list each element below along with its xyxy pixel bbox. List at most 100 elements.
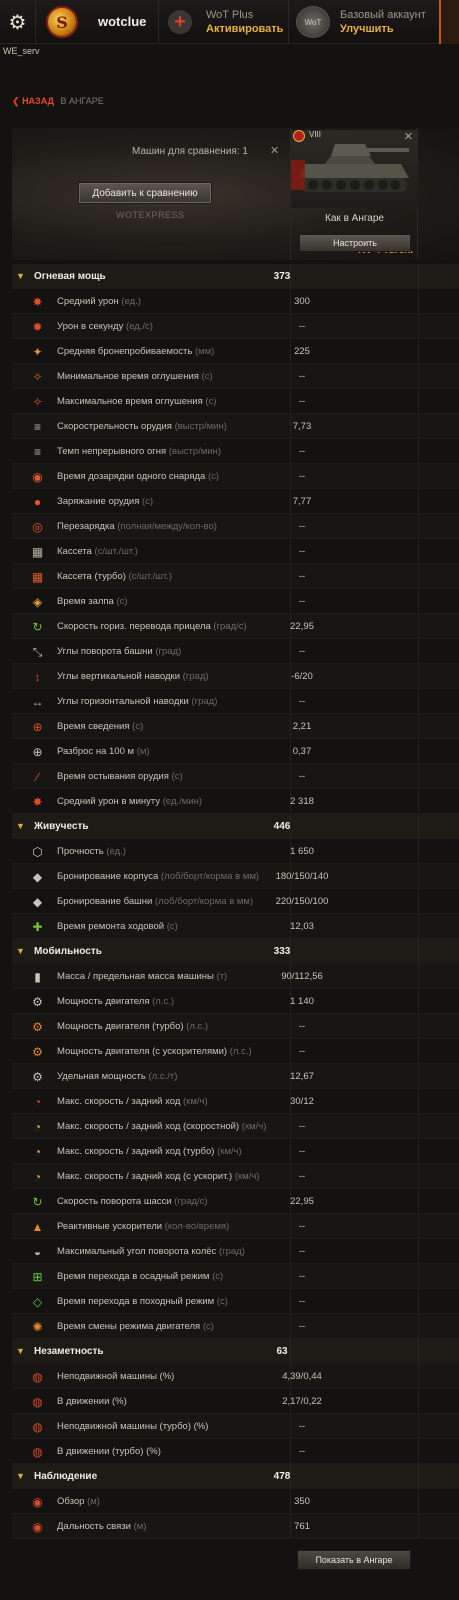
salvo-icon: ◈ (32, 594, 43, 609)
column-divider (418, 714, 419, 738)
wot-plus-title: WoT Plus (206, 9, 254, 21)
table-row: ↻ Скорость поворота шасси (град/с) 22,95 (12, 1189, 459, 1214)
remove-vehicle-icon[interactable]: ✕ (404, 130, 413, 143)
loading-icon: ● (33, 494, 42, 509)
column-divider (418, 989, 419, 1013)
table-row: ≡ Скорострельность орудия (выстр/мин) 7,73 (12, 414, 459, 439)
stat-label: Средний урон (ед.) (57, 296, 141, 307)
stat-unit: (лоб/борт/корма в мм) (160, 871, 260, 882)
stat-value: 12,67 (290, 1071, 314, 1082)
setup-button[interactable]: Настроить (299, 234, 411, 252)
horizontal-angles-icon: ↔ (31, 694, 44, 709)
column-divider (418, 789, 419, 813)
stat-name: Время ремонта ходовой (57, 921, 165, 932)
section-title: Наблюдение (34, 1471, 98, 1482)
username[interactable]: wotclue (98, 14, 146, 29)
column-divider (418, 889, 419, 913)
stat-unit: (град) (182, 671, 209, 682)
stat-label: Углы вертикальной наводки (град) (57, 671, 209, 682)
show-in-hangar-button[interactable]: Показать в Ангаре (297, 1550, 411, 1570)
back-button[interactable]: НАЗАД (22, 96, 54, 106)
stat-label: Разброс на 100 м (м) (57, 746, 150, 757)
clear-compare-icon[interactable]: ✕ (270, 144, 279, 157)
section-header[interactable]: ▼ Мобильность 333 (12, 939, 459, 964)
stat-unit: (кол-во/время) (164, 1221, 230, 1232)
siege-mode-icon: ⊞ (32, 1269, 43, 1284)
back-arrow-icon[interactable]: ❮ (12, 96, 20, 106)
stat-name: Углы горизонтальной наводки (57, 696, 189, 707)
column-divider (418, 1314, 419, 1338)
table-row: ✦ Средняя бронепробиваемость (мм) 225 (12, 339, 459, 364)
stat-name: Макс. скорость / задний ход (турбо) (57, 1146, 215, 1157)
stat-unit: (л.с.) (229, 1046, 252, 1057)
section-title: Незаметность (34, 1346, 104, 1357)
column-divider (418, 489, 419, 513)
stat-unit: (ед./с) (125, 321, 153, 332)
stat-name: Средний урон (57, 296, 119, 307)
stat-unit: (град/с) (174, 1196, 208, 1207)
chevron-down-icon[interactable]: ▼ (16, 821, 25, 831)
section-score: 478 (273, 1471, 291, 1482)
section-header[interactable]: ▼ Живучесть 446 (12, 814, 459, 839)
account-upgrade-link[interactable]: Улучшить (340, 23, 394, 35)
table-row: ◍ В движении (%) 2,17/0,22 (12, 1389, 459, 1414)
stat-value: -- (298, 1046, 306, 1057)
table-row: ⚙ Удельная мощность (л.с./т) 12,67 (12, 1064, 459, 1089)
camo-static-turbo-icon: ◍ (32, 1419, 43, 1434)
stat-label: Бронирование корпуса (лоб/борт/корма в м… (57, 871, 259, 882)
column-divider (418, 389, 419, 413)
stat-unit: (град) (191, 696, 218, 707)
column-divider (418, 689, 419, 713)
stat-value: -- (298, 1221, 306, 1232)
breadcrumb-location: В АНГАРЕ (60, 96, 104, 106)
stat-value: -- (298, 471, 306, 482)
stat-value: 1 140 (290, 996, 314, 1007)
stat-unit: (л.с./т) (148, 1071, 178, 1082)
premium-tab-edge[interactable] (439, 0, 459, 44)
chevron-down-icon[interactable]: ▼ (16, 1471, 25, 1481)
stat-value: -- (298, 1421, 306, 1432)
column-divider (418, 1039, 419, 1063)
clip-icon: ▦ (31, 544, 44, 559)
account-tank-icon[interactable]: WoT (296, 6, 330, 38)
section-header[interactable]: ▼ Огневая мощь 373 (12, 264, 459, 289)
camo-static-icon: ◍ (32, 1369, 43, 1384)
stat-value: -6/20 (291, 671, 313, 682)
stat-unit: (т) (216, 971, 228, 982)
power-ratio-icon: ⚙ (32, 1069, 43, 1084)
stat-value: 22,95 (290, 621, 314, 632)
gear-icon[interactable]: ⚙ (0, 0, 36, 44)
stat-value: 761 (294, 1521, 310, 1532)
table-row: ● Заряжание орудия (с) 7,77 (12, 489, 459, 514)
repair-icon: ✚ (32, 919, 43, 934)
wot-plus-activate-link[interactable]: Активировать (206, 23, 283, 35)
table-row: ◔ Макс. скорость / задний ход (турбо) (км… (12, 1139, 459, 1164)
table-row: ◔ Макс. скорость / задний ход (км/ч) 30/12 (12, 1089, 459, 1114)
stat-unit: (полная/между/кол-во) (117, 521, 217, 532)
chevron-down-icon[interactable]: ▼ (16, 946, 25, 956)
clan-logo-icon[interactable]: S (46, 6, 78, 38)
wot-plus-icon[interactable]: + (168, 10, 192, 34)
table-row: ↔ Углы горизонтальной наводки (град) -- (12, 689, 459, 714)
penetration-icon: ✦ (32, 344, 43, 359)
chevron-down-icon[interactable]: ▼ (16, 271, 25, 281)
add-to-compare-button[interactable]: Добавить к сравнению (78, 182, 212, 204)
stat-unit: (с) (171, 771, 183, 782)
stat-value: 2,17/0,22 (282, 1396, 322, 1407)
stat-value: -- (298, 696, 306, 707)
camo-moving-icon: ◍ (32, 1394, 43, 1409)
section-header[interactable]: ▼ Незаметность 63 (12, 1339, 459, 1364)
stat-label: В движении (%) (57, 1396, 127, 1407)
stat-value: -- (298, 1146, 306, 1157)
stat-value: -- (298, 371, 306, 382)
footer: Показать в Ангаре (12, 1541, 459, 1600)
section-header[interactable]: ▼ Наблюдение 478 (12, 1464, 459, 1489)
stat-unit: (град) (155, 646, 182, 657)
column-divider (418, 1464, 419, 1488)
table-row: ◍ В движении (турбо) (%) -- (12, 1439, 459, 1464)
chevron-down-icon[interactable]: ▼ (16, 1346, 25, 1356)
stat-label: Прочность (ед.) (57, 846, 126, 857)
stat-name: В движении (турбо) (%) (57, 1446, 161, 1457)
stat-name: Бронирование башни (57, 896, 153, 907)
stat-unit: (лоб/борт/корма в мм) (154, 896, 254, 907)
